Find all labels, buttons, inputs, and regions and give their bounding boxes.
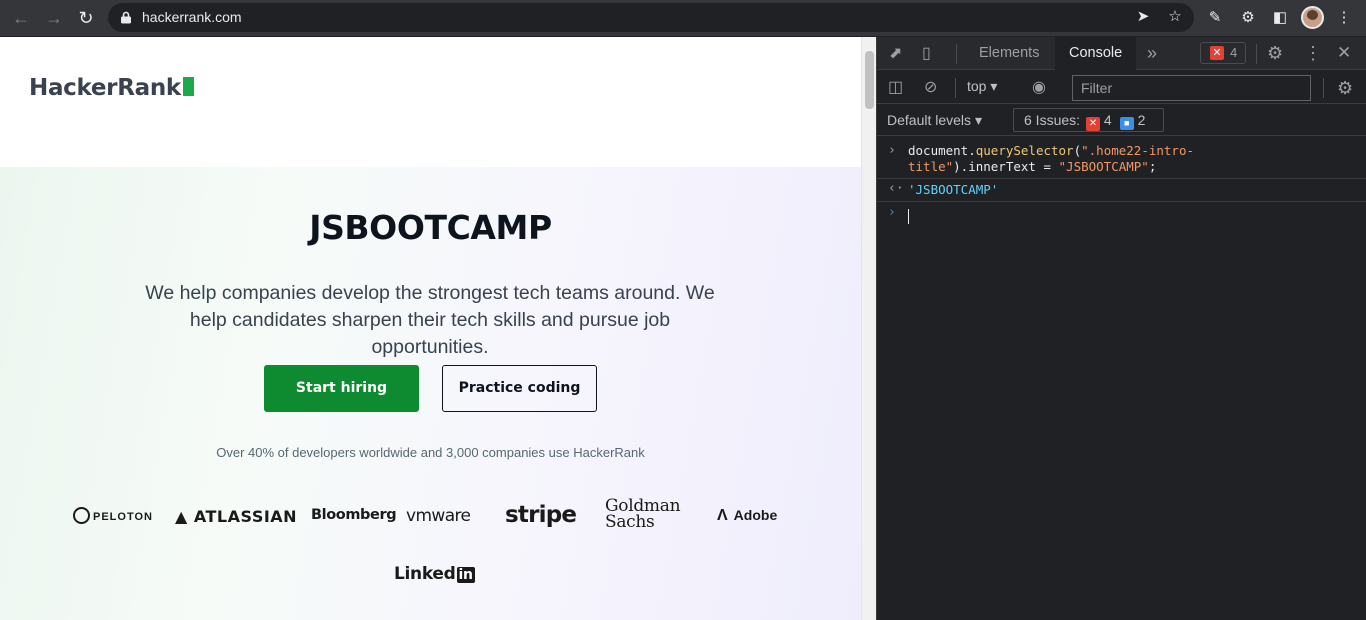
logo-block [182, 77, 194, 96]
practice-coding-button[interactable]: Practice coding [442, 365, 597, 412]
separator [955, 78, 956, 98]
tab-console[interactable]: Console [1055, 37, 1137, 70]
forward-icon[interactable]: → [42, 6, 66, 30]
devtools-menu-icon[interactable]: ⋮ [1304, 44, 1322, 62]
star-icon[interactable]: ☆ [1166, 8, 1184, 26]
linkedin-logo: Linked in [394, 564, 475, 584]
linkedin-in-box: in [456, 567, 475, 583]
menu-kebab-icon[interactable]: ⋮ [1333, 7, 1355, 29]
log-levels-dropdown[interactable]: Default levels ▾ [887, 112, 982, 129]
console-toolbar: ◫ ⊘ top ▾ ◉ Filter ⚙ [877, 71, 1366, 104]
console-result: 'JSBOOTCAMP' [908, 182, 999, 197]
dropdown-arrow-icon: ▾ [974, 112, 982, 128]
page-scrollbar[interactable] [861, 37, 876, 620]
prompt-chevron-icon: › [888, 205, 896, 220]
context-value: top [967, 78, 987, 94]
input-chevron-icon: › [888, 143, 896, 158]
code-end: ; [1148, 159, 1157, 174]
pen-extension-icon[interactable]: ✎ [1204, 7, 1226, 29]
sidebar-toggle-icon[interactable]: ◫ [888, 79, 903, 97]
tab-elements[interactable]: Elements [965, 37, 1053, 70]
hero-title: JSBOOTCAMP [309, 208, 552, 247]
peloton-text: PELOTON [93, 511, 153, 523]
issue-error-icon: ✕ [1086, 117, 1101, 131]
hackerrank-logo[interactable]: HackerRank [29, 75, 194, 101]
code-arg-line2: title" [908, 159, 954, 174]
atlassian-text: ATLASSIAN [193, 507, 298, 526]
dropdown-arrow-icon: ▾ [990, 78, 998, 94]
devtools-tabbar: ⬈ ▯ Elements Console » ✕ 4 ⚙ ⋮ ✕ [877, 37, 1366, 70]
error-count: 4 [1230, 45, 1238, 60]
issue-info-icon: ■ [1119, 117, 1134, 130]
console-input-entry: › document.querySelector(".home22-intro-… [877, 143, 1366, 179]
peloton-mark-icon [73, 507, 90, 524]
extensions-icon[interactable]: ⚙ [1237, 7, 1259, 29]
issues-label: 6 Issues: [1024, 112, 1081, 128]
hero-subtitle: We help companies develop the strongest … [145, 282, 715, 358]
code-object: document [908, 143, 969, 158]
error-icon: ✕ [1210, 46, 1224, 60]
issue-info-count: 2 [1137, 112, 1146, 128]
error-count-badge[interactable]: ✕ 4 [1200, 42, 1246, 64]
reload-icon[interactable]: ↻ [74, 6, 98, 30]
console-input-code: document.querySelector(".home22-intro- t… [908, 143, 1195, 174]
code-arg-line1: ".home22-intro- [1081, 143, 1195, 158]
console-output[interactable]: › document.querySelector(".home22-intro-… [877, 137, 1366, 620]
stripe-logo: stripe [505, 502, 577, 528]
adobe-logo: Λ Adobe [717, 507, 777, 525]
linkedin-word: Linked [394, 564, 456, 584]
url-text: hackerrank.com [142, 9, 242, 25]
separator [1323, 78, 1324, 98]
result-arrow-icon: ‹· [888, 181, 904, 196]
share-icon[interactable]: ➤ [1134, 8, 1152, 26]
lock-icon [121, 11, 131, 24]
side-panel-icon[interactable]: ◧ [1269, 7, 1291, 29]
close-devtools-icon[interactable]: ✕ [1337, 44, 1351, 62]
browser-toolbar: ← → ↻ hackerrank.com ➤ ☆ ✎ ⚙ ◧ ⋮ [0, 0, 1366, 36]
text-cursor [908, 209, 909, 224]
issue-error-count: 4 [1103, 112, 1112, 128]
console-prompt-line[interactable]: › [877, 203, 1366, 227]
peloton-logo: PELOTON [73, 507, 153, 524]
code-value: "JSBOOTCAMP" [1058, 159, 1149, 174]
profile-avatar[interactable] [1301, 6, 1324, 29]
stat-text: Over 40% of developers worldwide and 3,0… [216, 445, 645, 460]
device-toolbar-icon[interactable]: ▯ [922, 45, 931, 63]
start-hiring-button[interactable]: Start hiring [264, 365, 419, 412]
goldman-line2: Sachs [605, 512, 655, 532]
logo-text: HackerRank [29, 75, 181, 101]
more-tabs-icon[interactable]: » [1147, 44, 1157, 62]
scrollbar-thumb[interactable] [865, 51, 874, 109]
inspect-element-icon[interactable]: ⬈ [889, 45, 902, 63]
levels-label: Default levels [887, 112, 972, 128]
issues-button[interactable]: 6 Issues: ✕ 4 ■ 2 [1013, 108, 1164, 132]
goldman-sachs-logo: Goldman Sachs [605, 498, 681, 532]
adobe-mark-icon: Λ [717, 507, 728, 524]
settings-gear-icon[interactable]: ⚙ [1267, 44, 1283, 62]
clear-console-icon[interactable]: ⊘ [924, 79, 937, 97]
context-selector[interactable]: top ▾ [967, 78, 997, 95]
filter-input[interactable]: Filter [1072, 75, 1311, 101]
code-method: querySelector [975, 143, 1074, 158]
webpage: HackerRank JSBOOTCAMP We help companies … [0, 37, 861, 620]
atlassian-logo: ▲ ATLASSIAN [175, 507, 297, 526]
console-settings-gear-icon[interactable]: ⚙ [1337, 79, 1353, 97]
atlassian-mark-icon: ▲ [175, 507, 194, 526]
devtools-panel: ⬈ ▯ Elements Console » ✕ 4 ⚙ ⋮ ✕ ◫ ⊘ top … [876, 37, 1366, 620]
separator [1256, 44, 1257, 64]
bloomberg-logo: Bloomberg [311, 507, 397, 523]
console-levels-bar: Default levels ▾ 6 Issues: ✕ 4 ■ 2 [877, 104, 1366, 136]
address-bar[interactable]: hackerrank.com ➤ ☆ [108, 3, 1194, 32]
console-result-entry: ‹· 'JSBOOTCAMP' [877, 180, 1366, 202]
back-icon[interactable]: ← [9, 6, 33, 30]
adobe-text: Adobe [733, 507, 778, 523]
code-rest: ).innerText = [953, 159, 1059, 174]
live-expression-eye-icon[interactable]: ◉ [1032, 79, 1046, 97]
separator [956, 44, 957, 64]
vmware-logo: vmware [406, 506, 471, 526]
